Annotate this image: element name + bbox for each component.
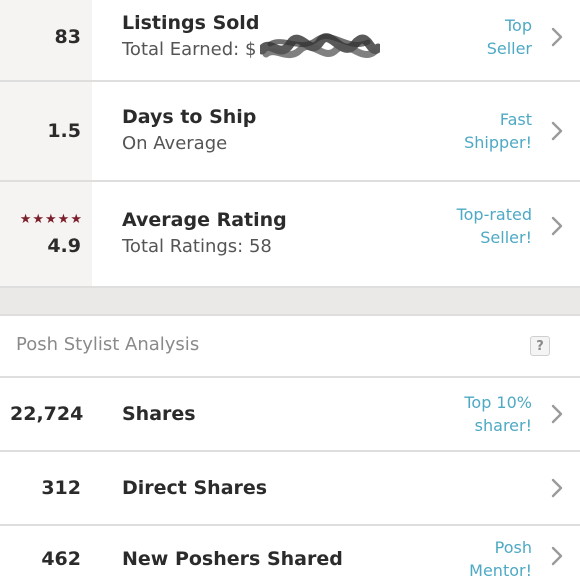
shares-title: Shares: [122, 403, 196, 425]
badge-line-2: sharer!: [474, 416, 532, 435]
posh-mentor-badge: Posh Mentor!: [414, 526, 534, 579]
badge-line-2: Mentor!: [469, 561, 532, 579]
average-rating-stat: ★★★★★ 4.9: [0, 182, 92, 286]
shares-row[interactable]: 22,724 Shares Top 10% sharer!: [0, 378, 580, 452]
average-rating-value: 4.9: [47, 235, 81, 257]
chevron-right-icon: [534, 378, 580, 450]
days-to-ship-title: Days to Ship: [122, 106, 257, 128]
badge-line-1: Top 10%: [464, 393, 532, 412]
star-icon: ★★★★★: [19, 211, 83, 226]
new-poshers-text: New Poshers Shared: [92, 526, 414, 579]
top-seller-badge: Top Seller: [414, 0, 534, 80]
new-poshers-stat: 462: [0, 526, 92, 579]
new-poshers-count: 462: [41, 548, 81, 570]
chevron-right-icon: [534, 452, 580, 524]
new-poshers-title: New Poshers Shared: [122, 548, 343, 570]
direct-shares-row[interactable]: 312 Direct Shares: [0, 452, 580, 526]
section-divider: [0, 288, 580, 316]
badge-line-2: Seller: [486, 39, 532, 58]
direct-shares-text: Direct Shares: [92, 452, 414, 524]
total-earned-label: Total Earned: $: [122, 33, 414, 64]
average-rating-title: Average Rating: [122, 209, 287, 231]
listings-sold-count: 83: [54, 26, 81, 48]
badge-line-1: Fast: [499, 110, 532, 129]
total-ratings-label: Total Ratings: 58: [122, 236, 272, 257]
redacted-amount: [260, 33, 381, 62]
average-rating-row[interactable]: ★★★★★ 4.9 Average Rating Total Ratings: …: [0, 182, 580, 288]
listings-sold-row[interactable]: 83 Listings Sold Total Earned: $ Top Sel…: [0, 0, 580, 82]
days-to-ship-row[interactable]: 1.5 Days to Ship On Average Fast Shipper…: [0, 82, 580, 182]
chevron-right-icon: [534, 0, 580, 80]
listings-sold-stat: 83: [0, 0, 92, 80]
direct-shares-stat: 312: [0, 452, 92, 524]
listings-sold-text: Listings Sold Total Earned: $: [92, 0, 414, 80]
direct-shares-count: 312: [41, 477, 81, 499]
direct-shares-title: Direct Shares: [122, 477, 268, 499]
days-to-ship-subtitle: On Average: [122, 133, 228, 154]
badge-line-1: Top-rated: [456, 205, 532, 224]
posh-stylist-header: Posh Stylist Analysis ?: [0, 316, 580, 378]
seller-stats-screen: 83 Listings Sold Total Earned: $ Top Sel…: [0, 0, 580, 579]
top-sharer-badge: Top 10% sharer!: [414, 378, 534, 450]
chevron-right-icon: [534, 82, 580, 180]
top-rated-badge: Top-rated Seller!: [414, 182, 534, 286]
direct-shares-badge: [414, 452, 534, 524]
days-to-ship-stat: 1.5: [0, 82, 92, 180]
shares-stat: 22,724: [0, 378, 92, 450]
question-icon[interactable]: ?: [530, 336, 550, 356]
new-poshers-row[interactable]: 462 New Poshers Shared Posh Mentor!: [0, 526, 580, 579]
shares-count: 22,724: [10, 403, 84, 425]
chevron-right-icon: [534, 526, 580, 579]
days-to-ship-text: Days to Ship On Average: [92, 82, 414, 180]
badge-line-2: Seller!: [480, 228, 532, 247]
section-title: Posh Stylist Analysis: [16, 334, 200, 355]
days-to-ship-value: 1.5: [47, 120, 81, 142]
chevron-right-icon: [534, 182, 580, 286]
badge-line-1: Top: [505, 16, 532, 35]
average-rating-text: Average Rating Total Ratings: 58: [92, 182, 414, 286]
fast-shipper-badge: Fast Shipper!: [414, 82, 534, 180]
total-earned-text: Total Earned: $: [122, 39, 257, 60]
badge-line-1: Posh: [494, 538, 532, 557]
shares-text: Shares: [92, 378, 414, 450]
badge-line-2: Shipper!: [464, 133, 532, 152]
